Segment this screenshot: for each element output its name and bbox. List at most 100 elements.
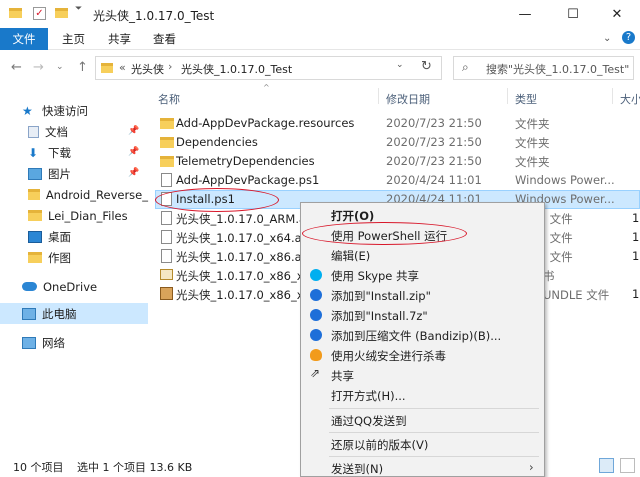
sort-arrow-icon: ^ — [263, 83, 270, 92]
table-row[interactable]: Add-AppDevPackage.resources 2020/7/23 21… — [155, 114, 640, 133]
menu-item-label: 编辑(E) — [331, 249, 371, 263]
large-icons-view-icon[interactable] — [620, 458, 635, 473]
annotation-highlight-run-powershell — [302, 222, 467, 245]
column-header-date[interactable]: 修改日期 — [386, 91, 430, 107]
menu-item-share[interactable]: ⇗ 共享 — [301, 365, 544, 385]
menu-item-add-to-zip[interactable]: 添加到"Install.zip" — [301, 285, 544, 305]
column-divider[interactable] — [612, 88, 613, 104]
network-icon — [22, 336, 36, 349]
sidebar-item-this-pc[interactable]: 此电脑 — [0, 303, 148, 324]
desktop-icon — [28, 230, 42, 243]
column-header-name[interactable]: 名称 — [158, 91, 180, 107]
item-count: 10 个项目 — [13, 461, 64, 474]
sidebar-item-desktop[interactable]: 桌面 — [0, 226, 148, 247]
breadcrumb-parent[interactable]: 光头侠 — [131, 61, 164, 77]
menu-item-label: 通过QQ发送到 — [331, 414, 407, 428]
navigation-pane: ★ 快速访问 文档 📌 ⬇ 下载 📌 图片 📌 Android_Reverse_… — [0, 90, 148, 452]
tab-share[interactable]: 共享 — [108, 28, 131, 50]
tab-file[interactable]: 文件 — [0, 28, 48, 50]
sidebar-item-label: Android_Reverse_ — [45, 187, 148, 202]
menu-item-edit[interactable]: 编辑(E) — [301, 245, 544, 265]
folder-icon — [160, 118, 174, 129]
selection-info: 选中 1 个项目 13.6 KB — [77, 461, 193, 474]
sidebar-item-pictures[interactable]: 图片 📌 — [0, 163, 148, 184]
close-button[interactable]: ✕ — [594, 0, 640, 28]
pin-icon[interactable]: 📌 — [128, 147, 139, 157]
folder-icon — [9, 8, 22, 18]
sidebar-item-lei-dian-files[interactable]: Lei_Dian_Files — [0, 205, 148, 226]
sidebar-item-network[interactable]: 网络 — [0, 332, 148, 353]
menu-item-skype-share[interactable]: 使用 Skype 共享 — [301, 265, 544, 285]
sidebar-item-label: OneDrive — [43, 279, 98, 294]
menu-item-label: 添加到压缩文件 (Bandizip)(B)... — [331, 329, 502, 343]
properties-icon[interactable]: ✓ — [33, 7, 46, 20]
quick-access-dropdown-icon[interactable]: ⏷ — [75, 4, 82, 14]
computer-icon — [22, 307, 36, 320]
menu-item-open[interactable]: 打开(O) — [301, 205, 544, 225]
new-folder-icon[interactable] — [55, 8, 68, 18]
recent-dropdown-icon[interactable]: ⌄ — [56, 62, 64, 72]
file-type: UNDLE 文件 — [543, 288, 610, 302]
sidebar-item-android-reverse[interactable]: Android_Reverse_ — [0, 184, 148, 205]
menu-item-label: 添加到"Install.7z" — [331, 309, 428, 323]
sidebar-item-label: 此电脑 — [42, 306, 77, 321]
pictures-icon — [28, 167, 42, 180]
breadcrumb-current[interactable]: 光头侠_1.0.17.0_Test — [181, 61, 292, 77]
search-box[interactable]: ⌕ 搜索"光头侠_1.0.17.0_Test" — [453, 56, 634, 80]
menu-item-send-via-qq[interactable]: 通过QQ发送到 — [301, 410, 544, 430]
column-divider[interactable] — [378, 88, 379, 104]
chevron-down-icon[interactable]: ⌄ — [603, 33, 611, 44]
column-header-type[interactable]: 类型 — [515, 91, 537, 107]
sidebar-item-label: Lei_Dian_Files — [48, 208, 128, 223]
file-name: 光头侠_1.0.17.0_x86_x64 — [176, 288, 319, 302]
sidebar-item-quick-access[interactable]: ★ 快速访问 — [0, 100, 148, 121]
sidebar-item-drawing[interactable]: 作图 — [0, 247, 148, 268]
menu-item-add-to-7z[interactable]: 添加到"Install.7z" — [301, 305, 544, 325]
menu-item-label: 使用火绒安全进行杀毒 — [331, 349, 446, 363]
address-overflow[interactable]: « — [119, 61, 126, 74]
search-input[interactable]: 搜索"光头侠_1.0.17.0_Test" — [486, 61, 629, 77]
file-name: 光头侠_1.0.17.0_x86.app — [176, 250, 317, 264]
folder-icon — [28, 210, 42, 221]
tab-home[interactable]: 主页 — [62, 28, 85, 50]
details-view-icon[interactable] — [599, 458, 614, 473]
menu-item-huorong-scan[interactable]: 使用火绒安全进行杀毒 — [301, 345, 544, 365]
tab-view[interactable]: 查看 — [153, 28, 176, 50]
file-date: 2020/7/23 21:50 — [386, 154, 482, 168]
menu-item-send-to[interactable]: 发送到(N) › — [301, 458, 544, 477]
sidebar-item-onedrive[interactable]: OneDrive — [0, 276, 148, 297]
refresh-icon[interactable]: ↻ — [421, 59, 432, 74]
table-row[interactable]: Add-AppDevPackage.ps1 2020/4/24 11:01 Wi… — [155, 171, 640, 190]
menu-item-label: 使用 Skype 共享 — [331, 269, 420, 283]
table-row[interactable]: Dependencies 2020/7/23 21:50 文件夹 — [155, 133, 640, 152]
menu-item-label: 打开方式(H)... — [331, 389, 406, 403]
star-icon: ★ — [22, 103, 33, 118]
table-row[interactable]: TelemetryDependencies 2020/7/23 21:50 文件… — [155, 152, 640, 171]
folder-icon — [28, 252, 42, 263]
script-file-icon — [161, 173, 172, 187]
menu-item-open-with[interactable]: 打开方式(H)... — [301, 385, 544, 405]
up-arrow-icon[interactable]: ↑ — [77, 60, 88, 75]
forward-arrow-icon[interactable]: → — [33, 60, 44, 75]
menu-item-add-to-archive[interactable]: 添加到压缩文件 (Bandizip)(B)... — [301, 325, 544, 345]
address-dropdown-icon[interactable]: ⌄ — [396, 60, 404, 70]
menu-item-restore-previous-versions[interactable]: 还原以前的版本(V) — [301, 434, 544, 454]
sidebar-item-downloads[interactable]: ⬇ 下载 📌 — [0, 142, 148, 163]
file-icon — [161, 230, 172, 244]
minimize-button[interactable]: — — [502, 0, 548, 28]
pin-icon[interactable]: 📌 — [128, 126, 139, 136]
file-date: 2020/7/23 21:50 — [386, 135, 482, 149]
file-name: Add-AppDevPackage.resources — [176, 116, 355, 130]
skype-icon — [310, 269, 322, 281]
pin-icon[interactable]: 📌 — [128, 168, 139, 178]
help-icon[interactable]: ? — [622, 31, 635, 44]
address-bar[interactable]: « 光头侠 › 光头侠_1.0.17.0_Test ⌄ ↻ — [95, 56, 442, 80]
back-arrow-icon[interactable]: ← — [11, 60, 22, 75]
column-divider[interactable] — [507, 88, 508, 104]
sidebar-item-documents[interactable]: 文档 📌 — [0, 121, 148, 142]
maximize-button[interactable]: ☐ — [550, 0, 596, 28]
scrollbar[interactable] — [630, 104, 640, 452]
folder-icon — [28, 189, 40, 200]
sidebar-item-label: 下载 — [48, 145, 71, 160]
sidebar-item-label: 桌面 — [48, 229, 71, 244]
